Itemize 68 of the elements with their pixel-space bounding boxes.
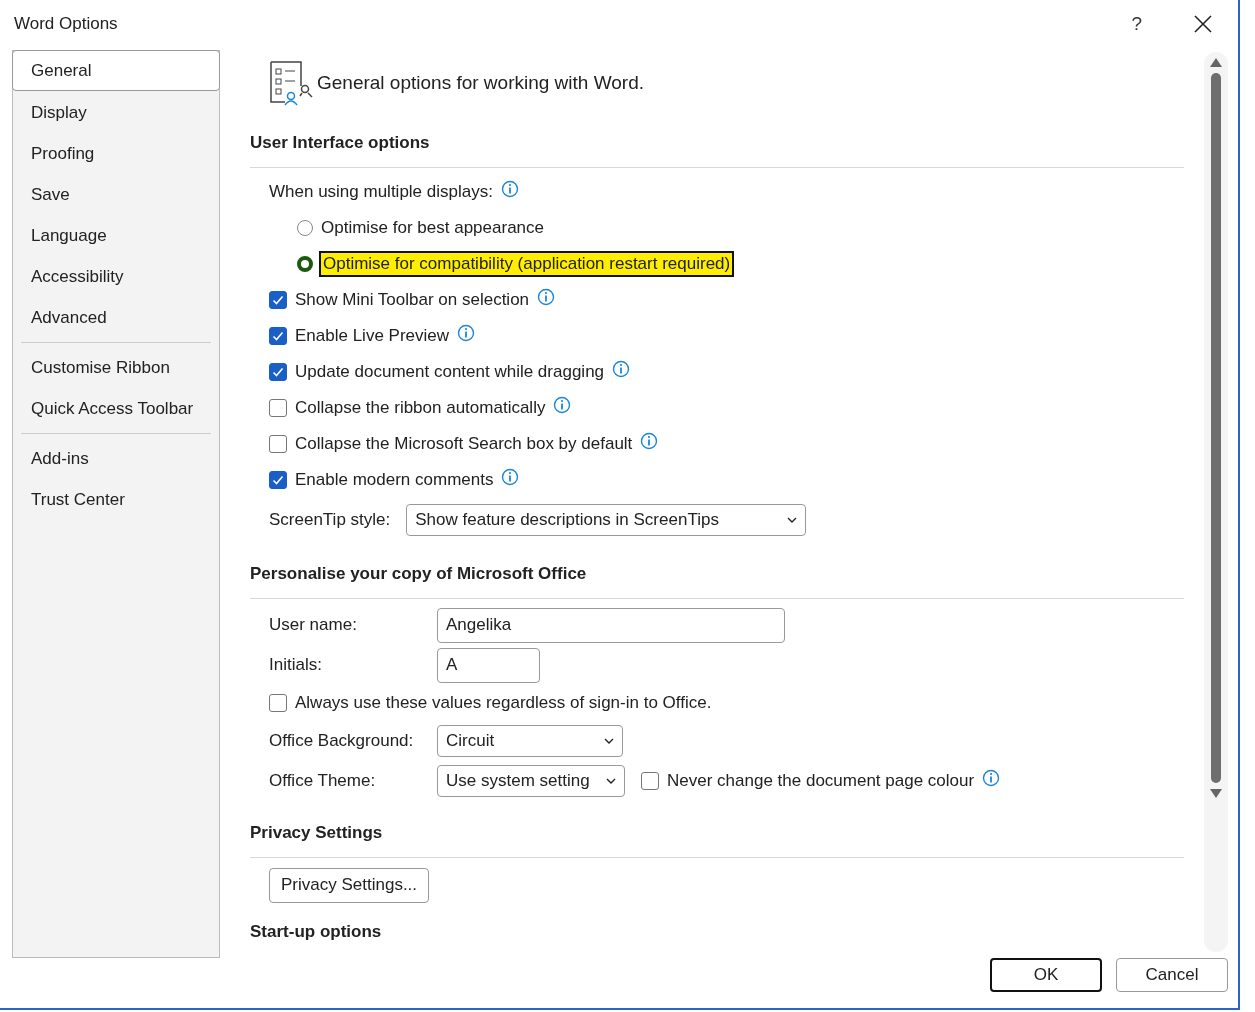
section-heading: Privacy Settings bbox=[250, 823, 384, 844]
info-icon[interactable] bbox=[457, 324, 476, 342]
section-heading: Personalise your copy of Microsoft Office bbox=[250, 564, 588, 585]
checkbox[interactable] bbox=[269, 694, 287, 712]
chevron-down-icon bbox=[604, 738, 614, 744]
checkbox[interactable] bbox=[269, 363, 287, 381]
text-field[interactable]: A bbox=[437, 647, 540, 683]
radio-label[interactable]: Optimise for compatibility (application restart required) bbox=[321, 253, 733, 275]
info-icon[interactable] bbox=[640, 432, 659, 450]
checkbox[interactable] bbox=[269, 471, 287, 489]
sidebar-item[interactable]: Accessibility bbox=[13, 256, 219, 297]
field-label: ScreenTip style: bbox=[269, 510, 391, 530]
window-title: Word Options bbox=[14, 14, 119, 34]
options-people-icon bbox=[269, 60, 313, 106]
checkbox-label[interactable]: Enable Live Preview bbox=[295, 326, 450, 346]
checkbox[interactable] bbox=[269, 435, 287, 453]
sidebar-item[interactable]: Proofing bbox=[13, 133, 219, 174]
checkbox-label[interactable]: Never change the document page colour bbox=[667, 771, 975, 791]
privacy-settings-button[interactable]: Privacy Settings... bbox=[269, 867, 430, 903]
scroll-down-icon[interactable] bbox=[1210, 789, 1222, 798]
section-heading: Start-up options bbox=[250, 922, 383, 943]
option-label: When using multiple displays: bbox=[269, 182, 493, 202]
checkbox-label[interactable]: Always use these values regardless of sign-in to Office. bbox=[295, 693, 712, 713]
chevron-down-icon bbox=[606, 778, 616, 784]
radio-label[interactable]: Optimise for best appearance bbox=[321, 218, 544, 238]
sidebar-item[interactable]: Language bbox=[13, 215, 219, 256]
dialog-button[interactable]: Cancel bbox=[1116, 958, 1228, 992]
screentip-dropdown[interactable]: Show feature descriptions in ScreenTips bbox=[406, 504, 807, 536]
info-icon[interactable] bbox=[537, 288, 556, 306]
info-icon[interactable] bbox=[982, 769, 1001, 787]
checkbox-label[interactable]: Show Mini Toolbar on selection bbox=[295, 290, 530, 310]
checkbox-label[interactable]: Enable modern comments bbox=[295, 470, 494, 490]
section-heading: User Interface options bbox=[250, 133, 431, 154]
page-heading: General options for working with Word. bbox=[317, 72, 645, 94]
scroll-up-icon[interactable] bbox=[1210, 58, 1222, 67]
chevron-down-icon bbox=[787, 517, 798, 523]
checkbox[interactable] bbox=[269, 291, 287, 309]
checkbox[interactable] bbox=[269, 327, 287, 345]
info-icon[interactable] bbox=[553, 396, 572, 414]
sidebar-item[interactable]: Trust Center bbox=[13, 479, 219, 520]
close-icon[interactable] bbox=[1194, 15, 1212, 33]
checkbox-label[interactable]: Collapse the Microsoft Search box by default bbox=[295, 434, 633, 454]
text-field[interactable]: Angelika bbox=[437, 607, 785, 643]
sidebar-item[interactable]: Quick Access Toolbar bbox=[13, 388, 219, 429]
field-label: Initials: bbox=[269, 655, 323, 675]
radio-button[interactable] bbox=[297, 256, 313, 272]
dialog-button[interactable]: OK bbox=[990, 958, 1102, 992]
sidebar-item[interactable]: Add-ins bbox=[13, 438, 219, 479]
sidebar-item[interactable]: Advanced bbox=[13, 297, 219, 338]
checkbox[interactable] bbox=[269, 399, 287, 417]
info-icon[interactable] bbox=[500, 180, 519, 198]
sidebar-item[interactable]: Customise Ribbon bbox=[13, 347, 219, 388]
field-label: Office Background: bbox=[269, 731, 415, 751]
checkbox-label[interactable]: Update document content while dragging bbox=[295, 362, 605, 382]
dropdown[interactable]: Use system setting bbox=[437, 765, 625, 797]
sidebar-item[interactable]: General bbox=[12, 50, 220, 91]
field-label: User name: bbox=[269, 615, 358, 635]
checkbox[interactable] bbox=[641, 772, 659, 790]
help-button[interactable]: ? bbox=[1131, 13, 1142, 35]
vertical-scrollbar[interactable] bbox=[1204, 52, 1228, 952]
info-icon[interactable] bbox=[612, 360, 631, 378]
field-label: Office Theme: bbox=[269, 771, 377, 791]
scrollbar-thumb[interactable] bbox=[1211, 73, 1221, 783]
checkbox-label[interactable]: Collapse the ribbon automatically bbox=[295, 398, 546, 418]
sidebar-item[interactable]: Display bbox=[13, 92, 219, 133]
info-icon[interactable] bbox=[501, 468, 520, 486]
dropdown[interactable]: Circuit bbox=[437, 725, 623, 757]
sidebar-item[interactable]: Save bbox=[13, 174, 219, 215]
